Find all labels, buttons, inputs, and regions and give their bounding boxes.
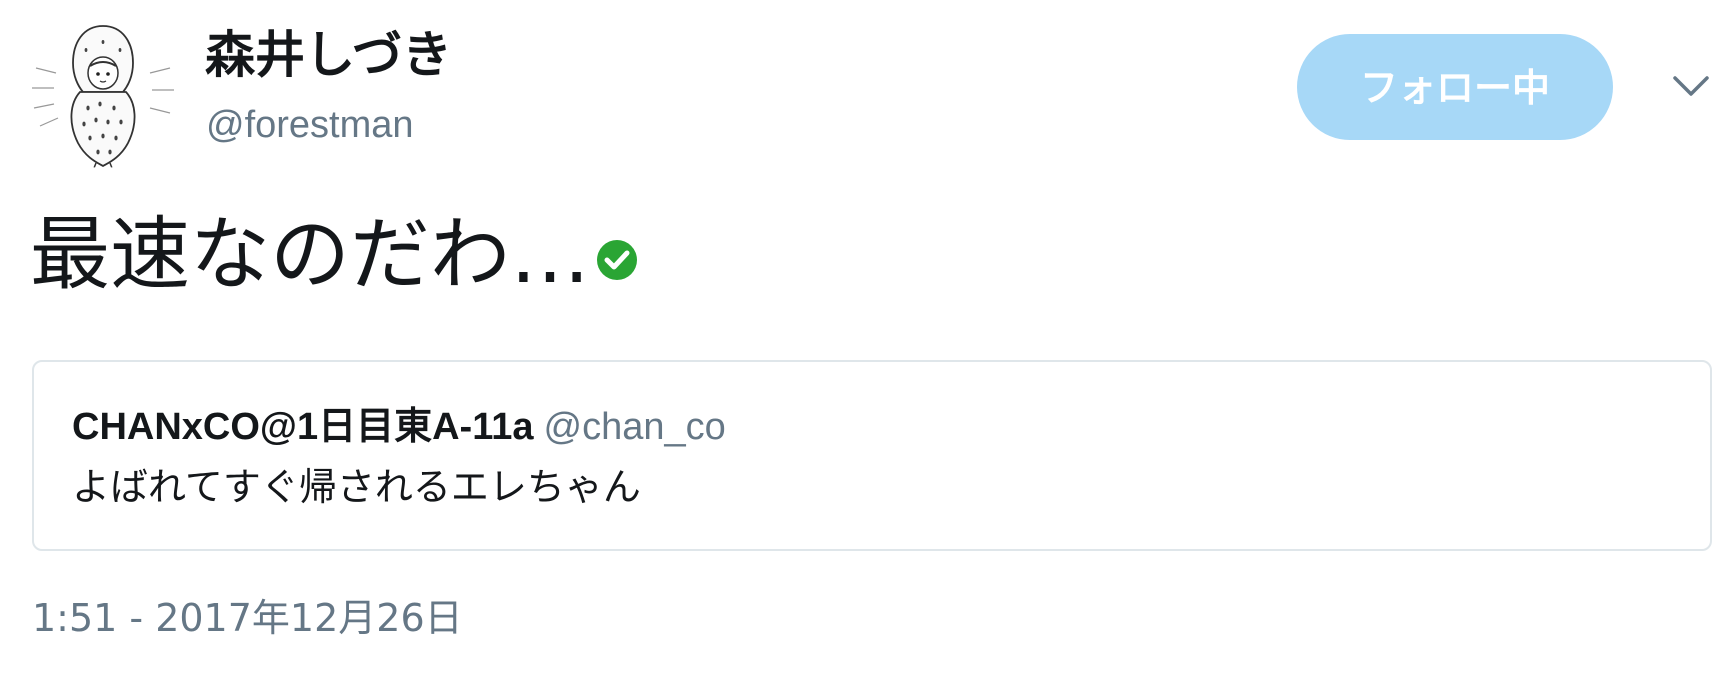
check-mark-button-icon xyxy=(596,239,638,281)
author-display-name[interactable]: 森井しづき xyxy=(205,20,452,90)
avatar[interactable] xyxy=(28,18,178,168)
more-options-button[interactable] xyxy=(1665,60,1717,112)
strawberry-costume-character-icon xyxy=(28,18,178,168)
quoted-tweet-header: CHANxCO@1日目東A-11a @chan_co xyxy=(72,402,726,459)
following-button[interactable]: フォロー中 xyxy=(1297,34,1613,140)
quoted-tweet-card[interactable]: CHANxCO@1日目東A-11a @chan_co よばれてすぐ帰されるエレちゃ… xyxy=(32,360,1712,551)
author-screen-name[interactable]: @forestman xyxy=(206,100,414,150)
tweet-text: 最速なのだわ… xyxy=(30,205,638,305)
chevron-down-icon xyxy=(1673,76,1709,96)
quoted-tweet-text: よばれてすぐ帰されるエレちゃん xyxy=(72,465,641,509)
quoted-author-name: CHANxCO@1日目東A-11a xyxy=(72,406,534,448)
quoted-author-handle: @chan_co xyxy=(543,406,726,448)
tweet-text-content: 最速なのだわ… xyxy=(30,208,590,301)
tweet-timestamp[interactable]: 1:51 - 2017年12月26日 xyxy=(32,593,463,643)
